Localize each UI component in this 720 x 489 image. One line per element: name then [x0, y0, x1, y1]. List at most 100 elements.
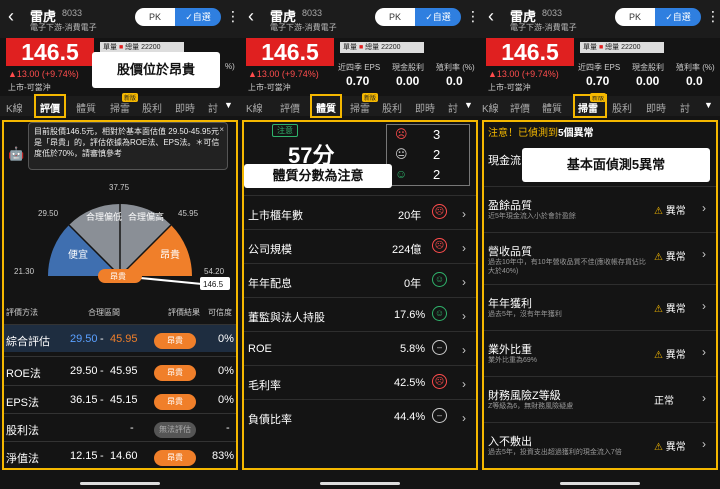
quality-row-years[interactable]: 上市櫃年數 20年 ☹ ›	[244, 195, 476, 229]
valuation-row-overall[interactable]: 綜合評估 29.50 - 45.95 昂貴 0%	[4, 324, 236, 352]
pk-button[interactable]: PK	[615, 8, 655, 26]
chevron-right-icon[interactable]: ›	[462, 411, 466, 425]
yield-value: 0.0	[446, 74, 463, 88]
chevron-right-icon[interactable]: ›	[702, 299, 706, 313]
eps-value: 0.70	[586, 74, 610, 88]
chevron-right-icon[interactable]: ›	[702, 391, 706, 405]
tab-kline[interactable]: K線	[246, 100, 263, 115]
favorite-button[interactable]: ✓自選	[655, 8, 701, 26]
chevron-right-icon[interactable]: ›	[702, 437, 706, 451]
tab-quality[interactable]: 體質	[76, 100, 96, 115]
tab-discuss[interactable]: 討	[448, 100, 458, 115]
anomaly-row-zscore[interactable]: 財務風險Z等級 Z等級為6，無財務風險疑慮 正常 ›	[484, 376, 716, 422]
tab-quality[interactable]: 體質	[542, 100, 562, 115]
more-icon[interactable]: ⋮	[466, 8, 480, 25]
tab-discuss[interactable]: 討	[680, 100, 690, 115]
tab-kline[interactable]: K線	[6, 100, 23, 115]
pk-button[interactable]: PK	[135, 8, 175, 26]
quality-row-dividend-years[interactable]: 年年配息 0年 ☺ ›	[244, 263, 476, 297]
result-badge: 昂貴	[154, 394, 196, 410]
dividend-label: 現金股利	[632, 63, 664, 72]
gauge-tick-4: 54.20	[204, 267, 225, 276]
tab-realtime[interactable]: 即時	[646, 100, 666, 115]
gauge-tick-1: 29.50	[38, 209, 59, 218]
more-icon[interactable]: ⋮	[706, 8, 720, 25]
price-change: ▲13.00 (+9.74%)	[248, 69, 319, 79]
tab-valuation[interactable]: 評價	[280, 100, 300, 115]
valuation-row-roe[interactable]: ROE法 29.50 - 45.95 昂貴 0%	[4, 356, 236, 384]
chevron-right-icon[interactable]: ›	[462, 309, 466, 323]
eps-label: 近四季 EPS	[578, 63, 621, 72]
result-badge: 昂貴	[154, 450, 196, 466]
anomaly-row-earnings[interactable]: 盈餘品質 近5年現金流入小於會計盈餘 ⚠ 異常 ›	[484, 186, 716, 232]
favorite-button[interactable]: ✓自選	[175, 8, 221, 26]
header-bar: ‹ 雷虎 8033 電子下游-消費電子 PK ✓自選 ⋮	[480, 0, 720, 38]
anomaly-row-profit[interactable]: 年年獲利 過去5年，沒有年年獲利 ⚠ 異常 ›	[484, 284, 716, 330]
eps-value: 0.70	[346, 74, 370, 88]
tab-dropdown-icon[interactable]: ▼	[464, 100, 473, 110]
tab-kline[interactable]: K線	[482, 100, 499, 115]
back-icon[interactable]: ‹	[248, 6, 254, 27]
neutral-face-icon: –	[432, 408, 447, 423]
tab-realtime[interactable]: 即時	[415, 100, 435, 115]
valuation-gauge: 便宜 合理偏低 合理偏高 昂貴 21.30 29.50 37.75 45.95 …	[14, 183, 230, 290]
quality-row-margin[interactable]: 毛利率 42.5% ☹ ›	[244, 365, 476, 399]
more-icon[interactable]: ⋮	[226, 8, 240, 25]
chevron-right-icon[interactable]: ›	[462, 343, 466, 357]
anomaly-row-nonop[interactable]: 業外比重 業外比重為69% ⚠ 異常 ›	[484, 330, 716, 376]
quality-row-size[interactable]: 公司規模 224億 ☹ ›	[244, 229, 476, 263]
yield-cut: %)	[225, 62, 235, 71]
favorite-button[interactable]: ✓自選	[415, 8, 461, 26]
valuation-row-dividend[interactable]: 股利法 - 無法評估 -	[4, 413, 236, 441]
home-indicator	[80, 482, 160, 485]
tab-dropdown-icon[interactable]: ▼	[224, 100, 233, 110]
price: 146.5	[6, 38, 94, 66]
chevron-right-icon[interactable]: ›	[702, 247, 706, 261]
close-icon[interactable]: ×	[219, 124, 224, 135]
pk-button[interactable]: PK	[375, 8, 415, 26]
chevron-right-icon[interactable]: ›	[702, 201, 706, 215]
valuation-row-book[interactable]: 淨值法 12.15 - 14.60 昂貴 83%	[4, 441, 236, 469]
valuation-table-header: 評價方法 合理區間 評價結果 可信度	[6, 308, 232, 317]
volume-bar: 單量 ■ 總量 22200	[340, 42, 424, 53]
tab-highlight	[34, 94, 66, 118]
quality-row-roe[interactable]: ROE 5.8% – ›	[244, 331, 476, 365]
stock-code: 8033	[302, 8, 323, 18]
back-icon[interactable]: ‹	[488, 6, 494, 27]
anomaly-row-cash-out[interactable]: 入不敷出 過去5年，投資支出超過獲利的現金流入7倍 ⚠ 異常 ›	[484, 422, 716, 468]
tab-dividend[interactable]: 股利	[382, 100, 402, 115]
yield-value: 0.0	[686, 74, 703, 88]
back-icon[interactable]: ‹	[8, 6, 14, 27]
tab-highlight	[573, 94, 607, 118]
tab-valuation[interactable]: 評價	[510, 100, 530, 115]
cashflow-title[interactable]: 現金流	[488, 152, 521, 168]
warning-icon: ⚠	[654, 350, 663, 361]
tab-dividend[interactable]: 股利	[142, 100, 162, 115]
tab-realtime[interactable]: 即時	[175, 100, 195, 115]
anomaly-row-revenue[interactable]: 營收品質 過去10年中，有10年營收品質不佳(應收帳存貨佔比大於40%) ⚠ 異…	[484, 232, 716, 278]
home-indicator	[560, 482, 640, 485]
good-face-icon: ☺	[432, 306, 447, 321]
chevron-right-icon[interactable]: ›	[462, 377, 466, 391]
chevron-right-icon[interactable]: ›	[462, 275, 466, 289]
tab-dropdown-icon[interactable]: ▼	[704, 100, 713, 110]
trade-limit: 上市-可當沖	[8, 83, 51, 92]
header-bar: ‹ 雷虎 8033 電子下游-消費電子 PK ✓自選 ⋮	[0, 0, 240, 38]
score-count-box: ☹ 3 😐 2 ☺ 2	[386, 124, 470, 186]
tab-dividend[interactable]: 股利	[612, 100, 632, 115]
tab-scan[interactable]: 掃雷	[110, 100, 130, 115]
yield-label: 殖利率 (%)	[436, 63, 475, 72]
tab-bar: K線 評價 體質 掃雷 新版 股利 即時 討 ▼	[240, 93, 480, 116]
chevron-right-icon[interactable]: ›	[462, 241, 466, 255]
tab-discuss[interactable]: 討	[208, 100, 218, 115]
chevron-right-icon[interactable]: ›	[462, 207, 466, 221]
chevron-right-icon[interactable]: ›	[702, 345, 706, 359]
warning-icon: ⚠	[654, 252, 663, 263]
gauge-marker-label: 昂貴	[110, 271, 126, 281]
valuation-row-eps[interactable]: EPS法 36.15 - 45.15 昂貴 0%	[4, 385, 236, 413]
quality-row-debt[interactable]: 負債比率 44.4% – ›	[244, 399, 476, 433]
quality-row-holdings[interactable]: 董監與法人持股 17.6% ☺ ›	[244, 297, 476, 331]
gauge-tick-3: 45.95	[178, 209, 199, 218]
tab-scan[interactable]: 掃雷	[350, 100, 370, 115]
callout-anomaly: 基本面偵測5異常	[522, 148, 710, 182]
